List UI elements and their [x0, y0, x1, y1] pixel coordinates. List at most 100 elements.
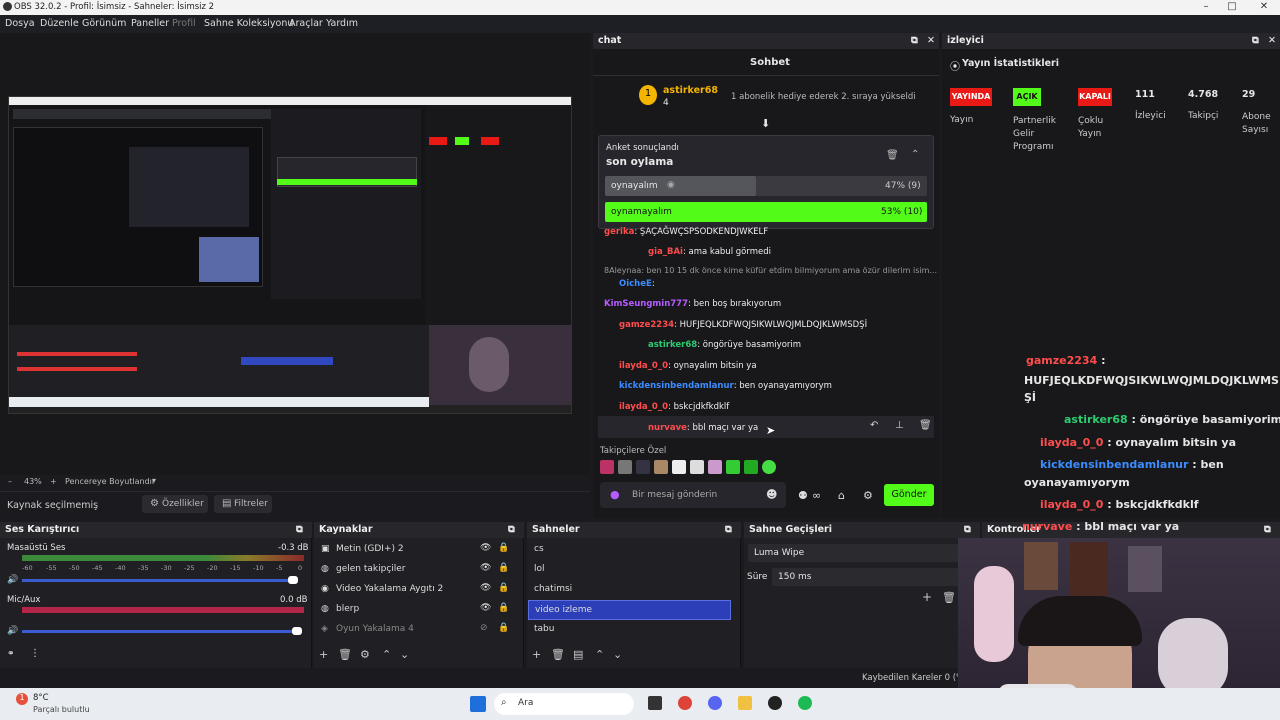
menu-docks[interactable]: Paneller [131, 18, 169, 29]
close-icon[interactable]: ✕ [1254, 1, 1274, 12]
add-icon[interactable]: + [922, 590, 932, 604]
trash-icon[interactable]: 🗑 [942, 591, 956, 604]
volume-handle[interactable] [292, 627, 302, 635]
chat-username[interactable]: kickdensinbendamlanur [619, 381, 734, 391]
scene-item-selected[interactable]: video izleme [528, 600, 731, 620]
trash-icon[interactable]: 🗑 [551, 648, 565, 661]
volume-slider[interactable] [22, 630, 298, 633]
menu-help[interactable]: Yardım [326, 18, 358, 29]
menu-profile[interactable]: Profil [172, 18, 196, 29]
maximize-icon[interactable]: □ [1222, 1, 1242, 12]
eye-icon[interactable]: 👁 [480, 563, 491, 573]
chat-username[interactable]: ilayda_0_0 [619, 361, 668, 371]
speaker-icon[interactable]: 🔊 [7, 575, 18, 585]
pin-icon[interactable]: ⊥ [895, 420, 904, 431]
chevron-down-icon[interactable]: ⌄ [400, 648, 409, 661]
menu-view[interactable]: Görünüm [82, 18, 126, 29]
zoom-in-icon[interactable]: + [50, 477, 57, 486]
discord-icon[interactable] [708, 696, 722, 710]
lock-icon[interactable]: 🔒 [498, 623, 509, 633]
menu-tools[interactable]: Araçlar [289, 18, 323, 29]
chevron-up-icon[interactable]: ⌃ [382, 648, 391, 661]
store-icon[interactable]: ⌂ [838, 489, 845, 502]
mic-icon[interactable]: ● [610, 488, 620, 501]
chevron-down-icon[interactable]: ⌄ [613, 648, 622, 661]
eye-icon[interactable]: 👁 [480, 583, 491, 593]
volume-slider[interactable] [22, 579, 298, 582]
link-icon[interactable]: ⚭ [7, 649, 15, 659]
chat-input[interactable]: ● Bir mesaj gönderin ☻ [600, 482, 786, 508]
volume-handle[interactable] [288, 576, 298, 584]
source-item[interactable]: ▣ Metin (GDI+) 2 👁 🔒 [314, 540, 514, 560]
lock-icon[interactable]: 🔒 [498, 603, 509, 613]
trash-icon[interactable]: 🗑 [338, 648, 352, 661]
chevron-up-icon[interactable]: ⌃ [911, 149, 919, 160]
duration-input[interactable]: 150 ms [772, 568, 976, 586]
chevron-down-icon[interactable]: ▾ [152, 476, 156, 485]
gear-icon[interactable]: ⚙ [360, 648, 370, 661]
task-view-icon[interactable] [648, 696, 662, 710]
chat-username[interactable]: gia_BAi [648, 247, 683, 257]
float-icon[interactable]: ⧉ [911, 35, 918, 46]
users-icon[interactable]: ⚉ [798, 489, 808, 502]
float-icon[interactable]: ⧉ [964, 524, 971, 535]
chat-username[interactable]: OicheE [619, 279, 652, 289]
filters-button[interactable]: ▤ Filtreler [214, 495, 272, 513]
transition-select[interactable]: Luma Wipe [748, 544, 976, 562]
eye-slash-icon[interactable]: ⊘ [480, 623, 488, 633]
speaker-icon[interactable]: 🔊 [7, 626, 18, 636]
close-icon[interactable]: ✕ [927, 35, 935, 46]
spotify-icon[interactable] [798, 696, 812, 710]
float-icon[interactable]: ⧉ [508, 524, 515, 535]
pin-icon[interactable]: ⬇ [761, 117, 770, 130]
chat-username[interactable]: gamze2234 [619, 320, 674, 330]
lock-icon[interactable]: 🔒 [498, 563, 509, 573]
scene-item[interactable]: chatimsi [528, 580, 731, 600]
add-icon[interactable]: + [532, 648, 541, 661]
source-item[interactable]: ◍ blerp 👁 🔒 [314, 600, 514, 620]
scene-item[interactable]: cs [528, 540, 731, 560]
close-icon[interactable]: ✕ [1268, 35, 1276, 46]
emoji-icon[interactable]: ☻ [766, 488, 777, 501]
lock-icon[interactable]: 🔒 [498, 543, 509, 553]
source-item[interactable]: ◉ Video Yakalama Aygıtı 2 👁 🔒 [314, 580, 514, 600]
eye-icon[interactable]: 👁 [480, 543, 491, 553]
trash-icon[interactable]: 🗑 [886, 150, 899, 161]
source-item[interactable]: ◈ Oyun Yakalama 4 ⊘ 🔒 [314, 620, 514, 640]
properties-button[interactable]: ⚙ Özellikler [142, 495, 208, 513]
trash-icon[interactable]: 🗑 [919, 420, 932, 431]
link-icon[interactable]: ∞ [812, 489, 821, 502]
float-icon[interactable]: ⧉ [296, 524, 303, 535]
float-icon[interactable]: ⧉ [1264, 524, 1271, 535]
reply-icon[interactable]: ↶ [870, 420, 878, 431]
menu-scene-collection[interactable]: Sahne Koleksiyonu [204, 18, 293, 29]
hype-user[interactable]: astirker68 [663, 85, 718, 96]
send-button[interactable]: Gönder [884, 484, 934, 506]
chat-username[interactable]: nurvave [648, 423, 687, 433]
windows-start-icon[interactable] [470, 696, 486, 712]
eye-icon[interactable]: 👁 [480, 603, 491, 613]
menu-file[interactable]: Dosya [5, 18, 35, 29]
filter-icon[interactable]: ▤ [573, 648, 583, 661]
more-icon[interactable]: ⋮ [30, 648, 40, 659]
scene-item[interactable]: tabu [528, 620, 731, 640]
zoom-out-icon[interactable]: – [8, 477, 12, 486]
gear-icon[interactable]: ⚙ [863, 489, 873, 502]
obs-icon[interactable] [768, 696, 782, 710]
source-item[interactable]: ◍ gelen takipçiler 👁 🔒 [314, 560, 514, 580]
scene-item[interactable]: lol [528, 560, 731, 580]
lock-icon[interactable]: 🔒 [498, 583, 509, 593]
chat-username[interactable]: gerika [604, 227, 634, 237]
file-explorer-icon[interactable] [738, 696, 752, 710]
menu-edit[interactable]: Düzenle [40, 18, 79, 29]
minimize-icon[interactable]: – [1196, 1, 1216, 12]
chat-username[interactable]: ilayda_0_0 [619, 402, 668, 412]
float-icon[interactable]: ⧉ [1252, 35, 1259, 46]
chat-username[interactable]: KimSeungmin777 [604, 299, 688, 309]
weather-temp[interactable]: 8°C [33, 693, 49, 703]
chrome-icon[interactable] [678, 696, 692, 710]
preview-canvas[interactable] [0, 33, 590, 475]
resize-to-window[interactable]: Pencereye Boyutlandır [65, 477, 155, 486]
float-icon[interactable]: ⧉ [725, 524, 732, 535]
taskbar-search[interactable]: ⌕ Ara [494, 693, 634, 715]
